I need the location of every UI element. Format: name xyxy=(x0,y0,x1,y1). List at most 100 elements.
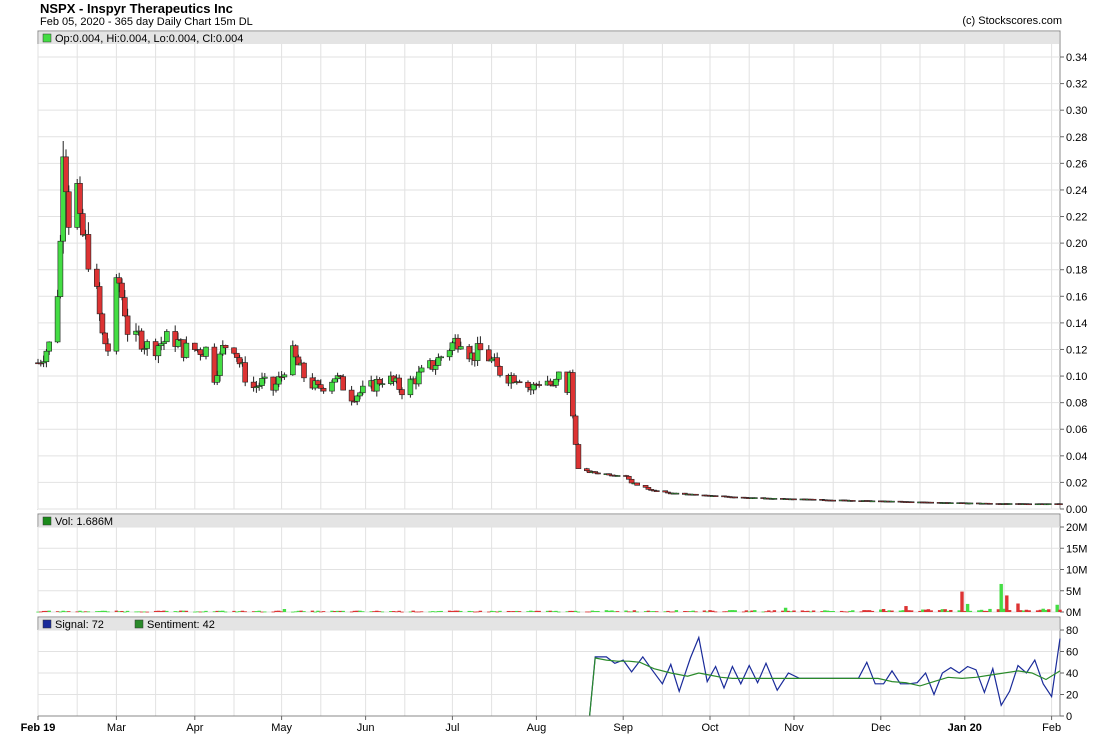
candle-body xyxy=(553,378,559,386)
candle-body xyxy=(967,502,974,505)
candle-body xyxy=(449,342,456,351)
volume-tick-label: 10M xyxy=(1066,565,1087,577)
volume-bar xyxy=(341,610,345,612)
candle-body xyxy=(771,498,778,500)
volume-bar xyxy=(263,611,267,613)
candle-body xyxy=(261,376,268,379)
volume-bar xyxy=(635,611,639,613)
candle-body xyxy=(102,332,108,345)
volume-bar xyxy=(968,610,973,612)
candle-body xyxy=(197,349,204,355)
candle-body xyxy=(43,350,50,363)
candle-body xyxy=(516,381,523,384)
candle-body xyxy=(320,388,327,392)
candle-body xyxy=(625,475,632,480)
candle-body xyxy=(57,240,64,297)
price-tick-label: 0.14 xyxy=(1066,318,1087,330)
candle-body xyxy=(457,346,464,350)
candle-body xyxy=(614,475,621,477)
price-tick-label: 0.22 xyxy=(1066,212,1087,224)
candle-body xyxy=(354,395,361,402)
volume-bar xyxy=(478,610,483,612)
price-tick-label: 0.18 xyxy=(1066,265,1087,277)
x-tick-label: Feb 19 xyxy=(21,722,56,734)
price-tick-label: 0.04 xyxy=(1066,451,1087,463)
volume-bar xyxy=(439,610,443,612)
volume-bar xyxy=(792,610,796,612)
candle-body xyxy=(751,497,758,499)
volume-bar xyxy=(1007,610,1012,612)
volume-bar xyxy=(498,610,502,612)
candle-body xyxy=(376,379,383,385)
candle-body xyxy=(46,341,53,352)
volume-bar xyxy=(713,611,718,613)
volume-bar xyxy=(223,611,228,613)
candle-body xyxy=(399,389,405,396)
x-tick-label: Jul xyxy=(445,722,459,734)
candle-body xyxy=(66,191,72,228)
legend-label: Signal: 72 xyxy=(55,619,104,631)
x-axis: Feb 19 Mar Apr May Jun Jul Aug Sep Oct Nov Dec Jan … xyxy=(21,715,1061,734)
volume-bar xyxy=(576,611,581,613)
candle-body xyxy=(583,468,590,472)
volume-bar xyxy=(459,610,463,612)
candle-body xyxy=(357,392,363,397)
candle-body xyxy=(653,490,660,492)
candle-body xyxy=(94,268,100,287)
signal-tick-label: 0 xyxy=(1066,711,1072,723)
legend-label: Sentiment: 42 xyxy=(147,619,215,631)
volume-bar xyxy=(419,611,424,613)
x-tick-label: Sep xyxy=(613,722,633,734)
legend-swatch xyxy=(42,619,52,629)
volume-bar xyxy=(165,610,169,612)
volume-bar xyxy=(615,611,620,612)
candle-body xyxy=(569,372,576,417)
candle-body xyxy=(477,343,484,351)
price-tick-label: 0.16 xyxy=(1066,291,1087,303)
volume-bar xyxy=(517,611,522,612)
candle-body xyxy=(645,487,652,490)
candle-body xyxy=(547,380,554,386)
volume-bar xyxy=(772,610,777,612)
volume-bar xyxy=(204,610,208,612)
candle-body xyxy=(54,296,61,343)
x-tick-label: Oct xyxy=(701,722,718,734)
candle-body xyxy=(494,357,501,367)
volume-bar xyxy=(1047,609,1051,612)
candle-body xyxy=(203,346,209,357)
price-tick-label: 0.24 xyxy=(1066,185,1087,197)
candle-body xyxy=(348,389,355,402)
price-tick-label: 0.20 xyxy=(1066,238,1087,250)
price-panel: 0.00 0.02 0.04 0.06 0.08 0.10 0.12 0.14 0.16 0.18… xyxy=(35,30,1087,516)
volume-tick-label: 20M xyxy=(1066,522,1087,534)
candle-body xyxy=(292,345,299,358)
candle-body xyxy=(415,371,422,385)
volume-bar xyxy=(965,603,970,612)
candle-body xyxy=(634,482,641,486)
legend-swatch xyxy=(42,33,52,43)
volume-bar xyxy=(145,611,149,613)
candle-body xyxy=(908,501,915,504)
candle-body xyxy=(536,384,543,386)
signal-tick-label: 20 xyxy=(1066,690,1078,702)
candle-body xyxy=(849,500,856,502)
price-tick-label: 0.26 xyxy=(1066,158,1087,170)
volume-frame xyxy=(37,513,1061,613)
price-tick-label: 0.08 xyxy=(1066,398,1087,410)
candle-body xyxy=(99,313,106,334)
x-tick-label: Aug xyxy=(527,722,547,734)
volume-bar xyxy=(733,610,737,612)
signal-panel: 0 20 40 60 80 Signal: 72 Sentiment: 42 xyxy=(37,616,1078,723)
candle-body xyxy=(183,342,190,358)
candle-body xyxy=(301,362,307,379)
volume-bar xyxy=(1058,609,1062,612)
signal-tick-label: 80 xyxy=(1066,625,1078,637)
volume-bar xyxy=(302,611,306,612)
legend-label: Op:0.004, Hi:0.004, Lo:0.004, Cl:0.004 xyxy=(55,33,243,45)
volume-bar xyxy=(537,610,541,612)
volume-bar xyxy=(86,611,91,613)
volume-bar xyxy=(106,611,110,613)
volume-tick-label: 5M xyxy=(1066,586,1081,598)
candle-body xyxy=(77,183,83,214)
candle-body xyxy=(113,277,120,352)
